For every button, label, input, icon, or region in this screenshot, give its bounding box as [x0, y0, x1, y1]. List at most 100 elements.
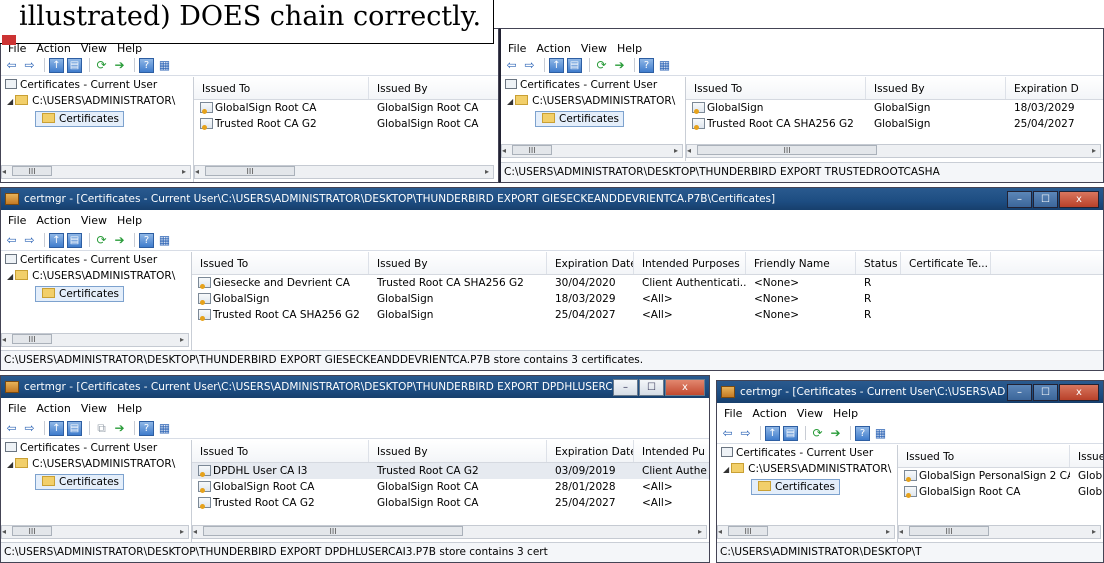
- col-expiration[interactable]: Expiration D: [1006, 77, 1103, 99]
- properties-icon[interactable]: ▦: [873, 426, 888, 441]
- table-row[interactable]: GlobalSign Root CA GlobalSign Root CA 28/0…: [192, 479, 709, 495]
- tree-scrollbar[interactable]: ◂ III ▸: [717, 525, 895, 539]
- back-arrow-icon[interactable]: ⇦: [4, 421, 19, 436]
- back-arrow-icon[interactable]: ⇦: [4, 58, 19, 73]
- properties-icon[interactable]: ▦: [657, 58, 672, 73]
- show-hide-tree-icon[interactable]: ▤: [67, 420, 82, 436]
- export-list-icon[interactable]: ➔: [828, 426, 843, 441]
- col-issued-to[interactable]: Issued To: [192, 440, 369, 462]
- tree-certificates[interactable]: Certificates: [1, 474, 191, 490]
- close-button[interactable]: x: [1059, 190, 1099, 208]
- minimize-button[interactable]: –: [613, 378, 638, 396]
- forward-arrow-icon[interactable]: ⇨: [522, 58, 537, 73]
- menu-help[interactable]: Help: [117, 214, 142, 227]
- col-issued-to[interactable]: Issued To: [686, 77, 866, 99]
- menu-file[interactable]: File: [724, 407, 742, 420]
- properties-icon[interactable]: ▦: [157, 58, 172, 73]
- col-issued-to[interactable]: Issued To: [898, 445, 1070, 467]
- copy-icon[interactable]: ⧉: [94, 421, 109, 436]
- menu-help[interactable]: Help: [833, 407, 858, 420]
- export-list-icon[interactable]: ➔: [112, 421, 127, 436]
- menu-help[interactable]: Help: [117, 402, 142, 415]
- maximize-button[interactable]: ☐: [1033, 190, 1058, 208]
- col-purposes[interactable]: Intended Purposes: [634, 252, 746, 274]
- tree-scrollbar[interactable]: ◂ III ▸: [1, 165, 191, 179]
- col-issued-by[interactable]: Issue: [1070, 445, 1103, 467]
- col-purposes[interactable]: Intended Pu: [634, 440, 709, 462]
- maximize-button[interactable]: ☐: [1033, 383, 1058, 401]
- table-row[interactable]: Giesecke and Devrient CA Trusted Root CA …: [192, 275, 1103, 291]
- show-hide-tree-icon[interactable]: ▤: [67, 232, 82, 248]
- back-arrow-icon[interactable]: ⇦: [504, 58, 519, 73]
- col-issued-by[interactable]: Issued By: [369, 252, 547, 274]
- tree-scrollbar[interactable]: ◂ III ▸: [1, 525, 189, 539]
- close-button[interactable]: x: [1059, 383, 1099, 401]
- table-row[interactable]: GlobalSign Root CA Glob: [898, 484, 1103, 500]
- col-issued-by[interactable]: Issued By: [866, 77, 1006, 99]
- title-bar[interactable]: certmgr - [Certificates - Current User\C…: [1, 376, 709, 398]
- tree-path[interactable]: ◢ C:\USERS\ADMINISTRATOR\: [717, 461, 897, 477]
- col-issued-to[interactable]: Issued To: [194, 77, 369, 99]
- menu-action[interactable]: Action: [752, 407, 786, 420]
- forward-arrow-icon[interactable]: ⇨: [22, 421, 37, 436]
- up-folder-icon[interactable]: ↑: [49, 232, 64, 248]
- col-expiration[interactable]: Expiration Date: [547, 252, 634, 274]
- tree-scrollbar[interactable]: ◂ III ▸: [1, 333, 189, 347]
- refresh-icon[interactable]: ⟳: [94, 233, 109, 248]
- up-folder-icon[interactable]: ↑: [49, 57, 64, 73]
- tree-path[interactable]: ◢ C:\USERS\ADMINISTRATOR\: [1, 268, 191, 284]
- tree-root[interactable]: Certificates - Current User: [1, 77, 193, 93]
- title-bar[interactable]: certmgr - [Certificates - Current User\C…: [717, 381, 1103, 403]
- menu-action[interactable]: Action: [536, 42, 570, 55]
- list-scrollbar[interactable]: ◂ III ▸: [194, 165, 494, 179]
- table-row[interactable]: GlobalSign GlobalSign 18/03/2029 <All> <None…: [192, 291, 1103, 307]
- export-list-icon[interactable]: ➔: [112, 233, 127, 248]
- refresh-icon[interactable]: ⟳: [810, 426, 825, 441]
- list-scrollbar[interactable]: ◂ III ▸: [898, 525, 1101, 539]
- col-issued-by[interactable]: Issued By: [369, 77, 498, 99]
- table-row[interactable]: GlobalSign Root CA GlobalSign Root CA: [194, 100, 498, 116]
- menu-action[interactable]: Action: [36, 402, 70, 415]
- table-row[interactable]: GlobalSign GlobalSign 18/03/2029: [686, 100, 1103, 116]
- up-folder-icon[interactable]: ↑: [549, 57, 564, 73]
- tree-certificates[interactable]: Certificates: [501, 111, 685, 127]
- help-icon[interactable]: ?: [639, 57, 654, 73]
- tree-root[interactable]: Certificates - Current User: [1, 440, 191, 456]
- menu-help[interactable]: Help: [617, 42, 642, 55]
- menu-view[interactable]: View: [81, 402, 107, 415]
- help-icon[interactable]: ?: [139, 57, 154, 73]
- export-list-icon[interactable]: ➔: [612, 58, 627, 73]
- menu-file[interactable]: File: [8, 402, 26, 415]
- tree-root[interactable]: Certificates - Current User: [1, 252, 191, 268]
- tree-root[interactable]: Certificates - Current User: [501, 77, 685, 93]
- table-row[interactable]: Trusted Root CA SHA256 G2 GlobalSign 25/04…: [686, 116, 1103, 132]
- refresh-icon[interactable]: ⟳: [594, 58, 609, 73]
- menu-view[interactable]: View: [581, 42, 607, 55]
- close-button[interactable]: x: [665, 378, 705, 396]
- forward-arrow-icon[interactable]: ⇨: [22, 233, 37, 248]
- table-row[interactable]: Trusted Root CA SHA256 G2 GlobalSign 25/04…: [192, 307, 1103, 323]
- col-template[interactable]: Certificate Te...: [901, 252, 991, 274]
- list-scrollbar[interactable]: ◂ III ▸: [192, 525, 707, 539]
- minimize-button[interactable]: –: [1007, 383, 1032, 401]
- show-hide-tree-icon[interactable]: ▤: [783, 425, 798, 441]
- table-row[interactable]: DPDHL User CA I3 Trusted Root CA G2 03/09/…: [192, 463, 709, 479]
- menu-file[interactable]: File: [8, 214, 26, 227]
- back-arrow-icon[interactable]: ⇦: [4, 233, 19, 248]
- refresh-icon[interactable]: ⟳: [94, 58, 109, 73]
- export-list-icon[interactable]: ➔: [112, 58, 127, 73]
- col-friendly-name[interactable]: Friendly Name: [746, 252, 856, 274]
- menu-file[interactable]: File: [508, 42, 526, 55]
- properties-icon[interactable]: ▦: [157, 233, 172, 248]
- forward-arrow-icon[interactable]: ⇨: [738, 426, 753, 441]
- col-issued-to[interactable]: Issued To: [192, 252, 369, 274]
- up-folder-icon[interactable]: ↑: [765, 425, 780, 441]
- col-status[interactable]: Status: [856, 252, 901, 274]
- tree-certificates[interactable]: Certificates: [1, 111, 193, 127]
- menu-action[interactable]: Action: [36, 214, 70, 227]
- table-row[interactable]: Trusted Root CA G2 GlobalSign Root CA 25/0…: [192, 495, 709, 511]
- table-row[interactable]: Trusted Root CA G2 GlobalSign Root CA: [194, 116, 498, 132]
- minimize-button[interactable]: –: [1007, 190, 1032, 208]
- back-arrow-icon[interactable]: ⇦: [720, 426, 735, 441]
- tree-path[interactable]: ◢ C:\USERS\ADMINISTRATOR\: [501, 93, 685, 109]
